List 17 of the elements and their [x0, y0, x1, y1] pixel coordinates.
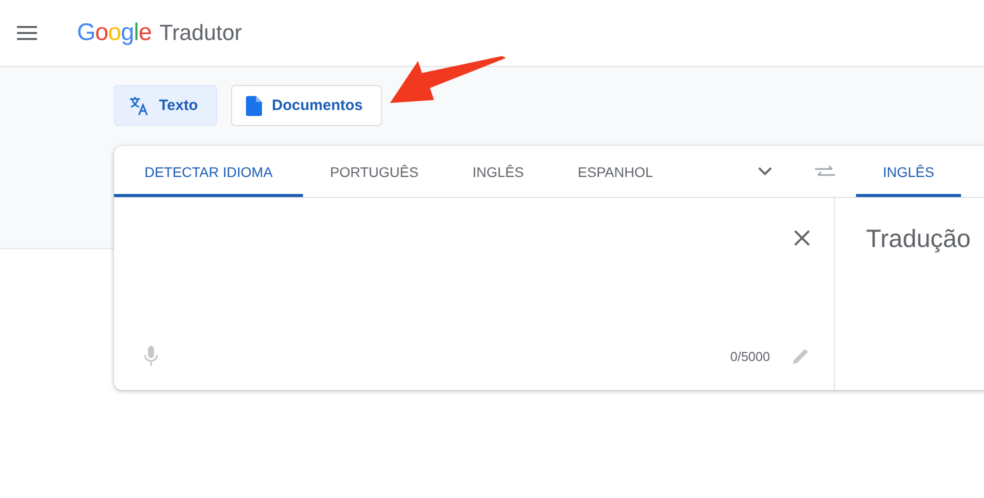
language-tab[interactable]: PORTUGUÊS	[303, 146, 446, 197]
swap-icon[interactable]	[814, 164, 836, 178]
translate-icon	[129, 96, 149, 116]
product-name: Tradutor	[159, 20, 242, 46]
close-icon[interactable]	[794, 230, 810, 246]
logo: Google	[77, 19, 152, 47]
language-tab[interactable]: INGLÊS	[856, 146, 961, 197]
document-icon	[246, 96, 262, 116]
mode-button[interactable]: Documentos	[230, 85, 382, 126]
language-tab[interactable]: DETECTAR IDIOMA	[114, 146, 303, 197]
language-tab[interactable]: INGLÊS	[445, 146, 551, 197]
language-tab[interactable]: ESPANHOL	[550, 146, 680, 197]
menu-icon[interactable]	[17, 26, 37, 40]
mode-button[interactable]: Texto	[114, 85, 217, 126]
character-count: 0/5000	[730, 348, 770, 364]
translation-field[interactable]: Tradução	[835, 198, 984, 390]
chevron-down-icon[interactable]	[758, 167, 772, 176]
